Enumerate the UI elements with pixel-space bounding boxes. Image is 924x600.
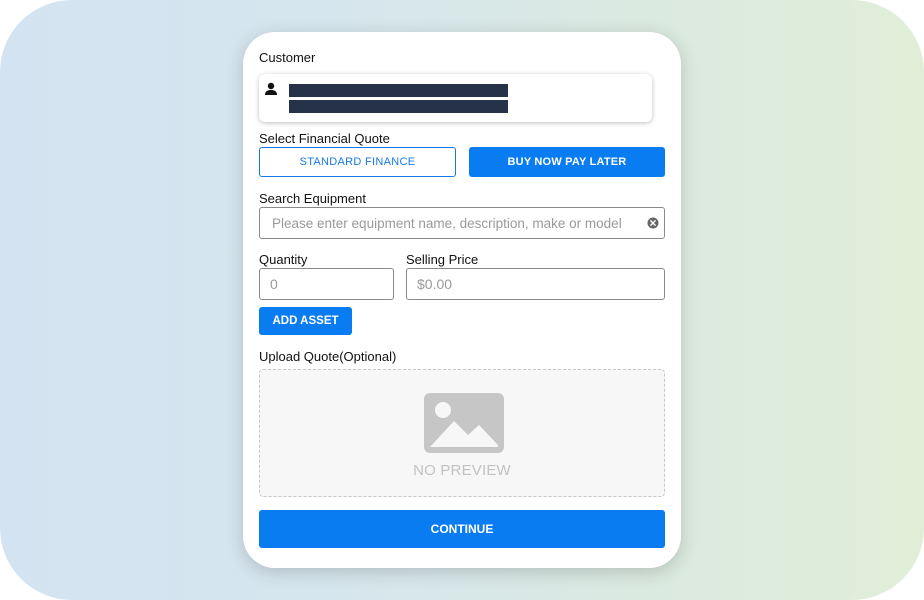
buy-now-pay-later-button[interactable]: BUY NOW PAY LATER — [469, 147, 665, 177]
upload-quote-label: Upload Quote(Optional) — [259, 349, 397, 364]
selling-price-input[interactable]: $0.00 — [406, 268, 665, 300]
add-asset-button[interactable]: ADD ASSET — [259, 307, 352, 335]
image-placeholder-icon — [424, 393, 504, 453]
quote-form-card: Customer Select Financial Quote STANDARD… — [243, 32, 681, 568]
redacted-customer-name — [289, 84, 508, 97]
quantity-input[interactable]: 0 — [259, 268, 394, 300]
search-equipment-input[interactable]: Please enter equipment name, description… — [259, 207, 665, 239]
selling-price-placeholder: $0.00 — [417, 276, 453, 292]
search-equipment-placeholder: Please enter equipment name, description… — [272, 215, 622, 231]
page-background: Customer Select Financial Quote STANDARD… — [0, 0, 924, 600]
standard-finance-button[interactable]: STANDARD FINANCE — [259, 147, 456, 177]
selling-price-label: Selling Price — [406, 252, 479, 267]
quantity-placeholder: 0 — [270, 276, 278, 292]
quantity-label: Quantity — [259, 252, 308, 267]
search-equipment-label: Search Equipment — [259, 191, 366, 206]
financial-quote-label: Select Financial Quote — [259, 131, 390, 146]
upload-quote-dropzone[interactable]: NO PREVIEW — [259, 369, 665, 497]
continue-button[interactable]: CONTINUE — [259, 510, 665, 548]
redacted-customer-detail — [289, 100, 508, 113]
close-circle-icon[interactable] — [647, 217, 659, 229]
no-preview-text: NO PREVIEW — [413, 462, 511, 479]
user-icon — [265, 82, 277, 95]
customer-label: Customer — [259, 50, 316, 65]
customer-selector[interactable] — [259, 74, 652, 122]
